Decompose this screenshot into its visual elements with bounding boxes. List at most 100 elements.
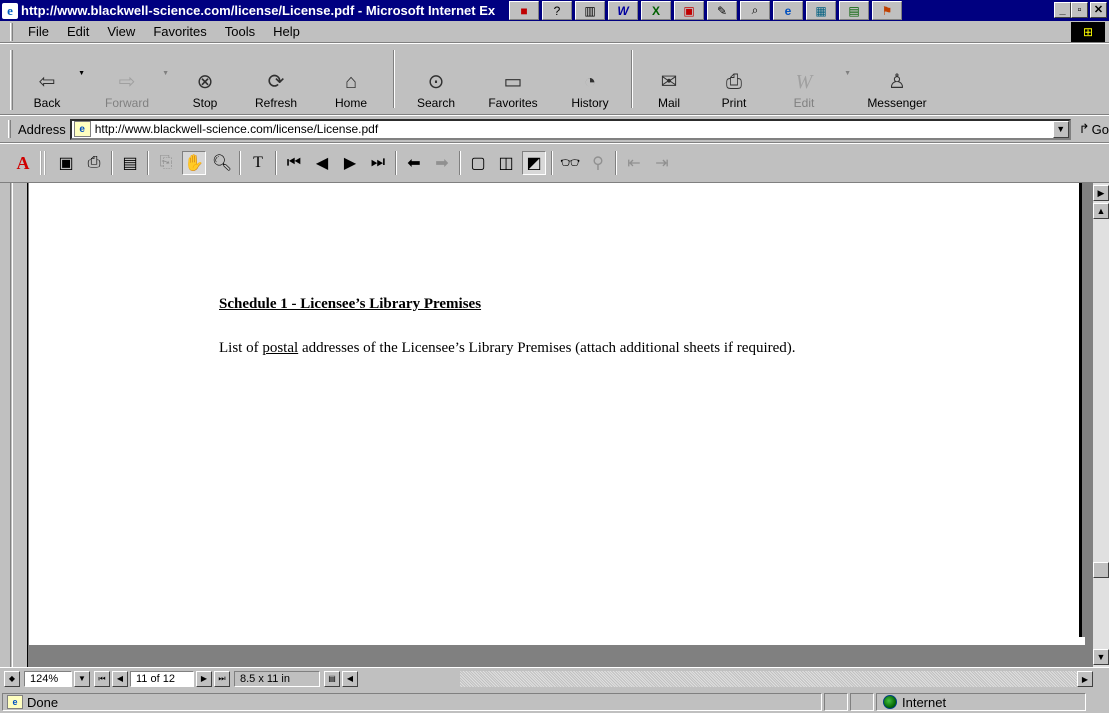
ql-pen-icon[interactable]: ✎ [707, 1, 737, 20]
show-navigation-pane-icon[interactable]: ▤ [118, 151, 142, 175]
acro-separator [239, 151, 241, 175]
ql-help-icon[interactable]: ? [542, 1, 572, 20]
ql-app-icon[interactable]: ■ [509, 1, 539, 20]
zoom-value[interactable]: 124% [24, 670, 72, 687]
scroll-thumb[interactable] [1093, 562, 1109, 578]
page-nav-expand-icon[interactable]: ▶ [1093, 185, 1109, 201]
scroll-down-icon[interactable]: ▼ [1093, 649, 1109, 665]
mail-button[interactable]: ✉ Mail [639, 44, 699, 114]
address-input[interactable]: e http://www.blackwell-science.com/licen… [69, 118, 1071, 140]
text-select-icon[interactable]: T [246, 151, 270, 175]
title-bar: e http://www.blackwell-science.com/licen… [0, 0, 1109, 21]
page-layout-icon[interactable]: ▤ [324, 670, 340, 687]
back-dropdown-icon[interactable]: ▼ [78, 70, 85, 77]
search-icon: ⊙ [427, 71, 445, 93]
status-next-page-icon[interactable]: ▶ [196, 670, 212, 687]
go-forward-icon[interactable]: ➡ [430, 151, 454, 175]
zoom-tool-icon[interactable]: 🔍︎ [210, 151, 234, 175]
navigation-pane-strip[interactable] [0, 183, 28, 667]
status-bar: e Done Internet [0, 691, 1109, 713]
stop-label: Stop [192, 96, 218, 110]
messenger-button[interactable]: ♙ Messenger [853, 44, 941, 114]
menu-grip[interactable] [10, 22, 13, 41]
ql-excel-icon[interactable]: X [641, 1, 671, 20]
status-cell-progress [824, 693, 848, 711]
first-page-icon[interactable]: ⏮ [282, 151, 306, 175]
minimize-button[interactable]: _ [1054, 2, 1071, 18]
acrobat-logo-icon[interactable]: A [12, 152, 34, 174]
actual-size-icon[interactable]: ▢ [466, 151, 490, 175]
vertical-scrollbar[interactable]: ▶ ▲ ▼ [1093, 183, 1109, 667]
previous-page-icon[interactable]: ◀ [310, 151, 334, 175]
fit-width-icon[interactable]: ◩ [522, 151, 546, 175]
back-label: Back [33, 96, 61, 110]
menu-help[interactable]: Help [264, 24, 309, 39]
messenger-label: Messenger [867, 96, 927, 110]
home-button[interactable]: ⌂ Home [315, 44, 387, 114]
status-first-page-icon[interactable]: ⏮ [94, 670, 110, 687]
ie-app-icon[interactable]: e [2, 2, 18, 19]
acrobat-grip [40, 151, 46, 175]
rotate-right-icon[interactable]: ⇥ [650, 151, 674, 175]
print-icon[interactable]: ⎙ [82, 151, 106, 175]
ql-chart-icon[interactable]: ▤ [839, 1, 869, 20]
last-page-icon[interactable]: ⏭ [366, 151, 390, 175]
ql-powerpoint-icon[interactable]: ▣ [674, 1, 704, 20]
page-indicator[interactable]: 11 of 12 [130, 670, 194, 687]
forward-button[interactable]: ⇨ Forward ▼ [89, 44, 169, 114]
copy-icon[interactable]: ⎘ [154, 151, 178, 175]
zoom-dropdown-icon[interactable]: ▼ [74, 670, 90, 687]
pane-divider[interactable] [10, 183, 13, 667]
address-url[interactable]: http://www.blackwell-science.com/license… [95, 122, 378, 136]
close-button[interactable]: ✕ [1090, 2, 1107, 18]
search-index-icon[interactable]: ⚲ [586, 151, 610, 175]
stop-button[interactable]: ⊗ Stop [173, 44, 237, 114]
menu-favorites[interactable]: Favorites [144, 24, 215, 39]
go-back-icon[interactable]: ⬅ [402, 151, 426, 175]
edit-button[interactable]: W Edit ▼ [769, 44, 851, 114]
menu-file[interactable]: File [19, 24, 58, 39]
history-button[interactable]: ◔ History [555, 44, 625, 114]
address-grip[interactable] [8, 120, 11, 138]
ql-network-icon[interactable]: ▦ [806, 1, 836, 20]
save-icon[interactable]: ▣ [54, 151, 78, 175]
ql-book-icon[interactable]: ▥ [575, 1, 605, 20]
refresh-button[interactable]: ⟳ Refresh [237, 44, 315, 114]
menu-view[interactable]: View [98, 24, 144, 39]
find-binoculars-icon[interactable]: 👓︎ [558, 151, 582, 175]
hand-tool-icon[interactable]: ✋ [182, 151, 206, 175]
ql-word-icon[interactable]: W [608, 1, 638, 20]
refresh-label: Refresh [254, 96, 298, 110]
maximize-button[interactable]: ▫ [1071, 2, 1088, 18]
ql-ie-icon[interactable]: e [773, 1, 803, 20]
fit-page-icon[interactable]: ◫ [494, 151, 518, 175]
scroll-right-icon[interactable]: ▶ [1077, 671, 1093, 687]
next-page-icon[interactable]: ▶ [338, 151, 362, 175]
search-button[interactable]: ⊙ Search [401, 44, 471, 114]
menu-tools[interactable]: Tools [216, 24, 264, 39]
status-previous-page-icon[interactable]: ◀ [112, 670, 128, 687]
horizontal-scroll-track[interactable] [460, 671, 1092, 687]
forward-dropdown-icon[interactable]: ▼ [162, 70, 169, 77]
split-handle-icon[interactable]: ◆ [4, 670, 20, 687]
toolbar-grip[interactable] [10, 50, 13, 110]
pdf-page[interactable]: Schedule 1 - Licensee’s Library Premises… [29, 183, 1082, 637]
windows-logo-icon: ⊞ [1071, 22, 1105, 42]
back-button[interactable]: ⇦ Back ▼ [19, 44, 85, 114]
go-button[interactable]: ↱ Go [1079, 121, 1109, 137]
print-button[interactable]: ⎙ Print [699, 44, 769, 114]
rotate-left-icon[interactable]: ⇤ [622, 151, 646, 175]
edit-dropdown-icon[interactable]: ▼ [844, 70, 851, 77]
acro-separator [551, 151, 553, 175]
acrobat-status-bar: ◆ 124% ▼ ⏮ ◀ 11 of 12 ▶ ⏭ 8.5 x 11 in ▤ … [0, 667, 1109, 689]
favorites-button[interactable]: ▭ Favorites [471, 44, 555, 114]
scroll-left-icon[interactable]: ◀ [342, 670, 358, 687]
address-dropdown-icon[interactable]: ▼ [1052, 120, 1069, 138]
forward-arrow-icon: ⇨ [118, 71, 136, 93]
security-zone[interactable]: Internet [876, 693, 1086, 711]
ql-tool-icon[interactable]: ⚑ [872, 1, 902, 20]
scroll-up-icon[interactable]: ▲ [1093, 203, 1109, 219]
ql-find-icon[interactable]: ⌕ [740, 1, 770, 20]
status-last-page-icon[interactable]: ⏭ [214, 670, 230, 687]
menu-edit[interactable]: Edit [58, 24, 98, 39]
